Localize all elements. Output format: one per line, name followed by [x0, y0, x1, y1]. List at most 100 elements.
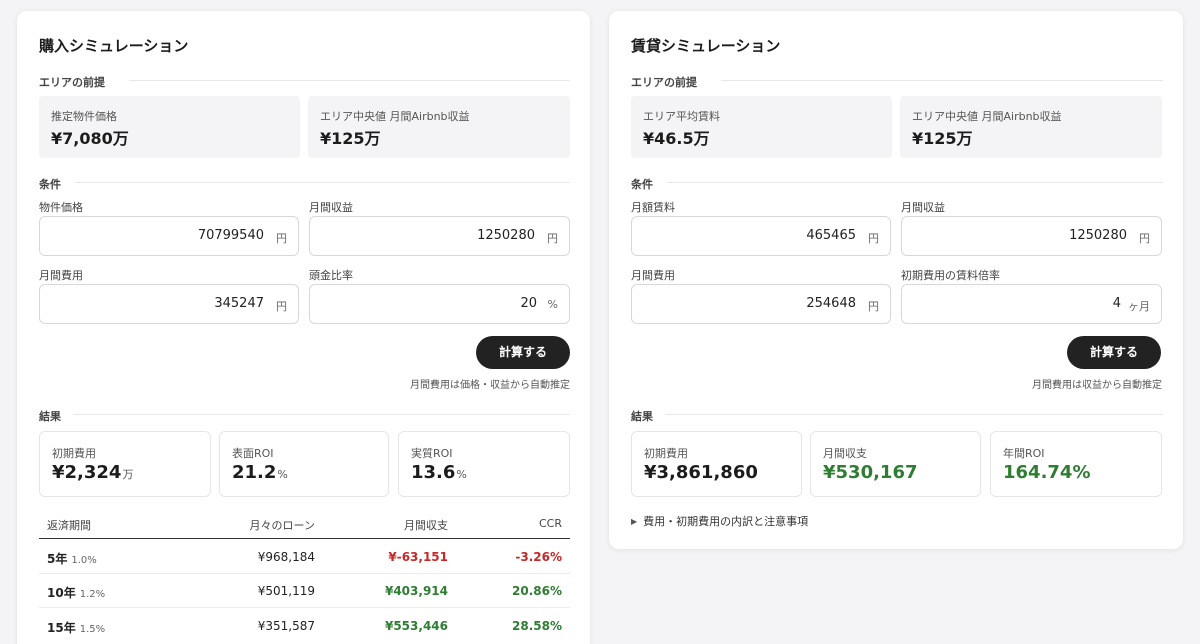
input-value: 1250280 — [477, 228, 535, 243]
result-net-roi: 実質ROI 13.6% — [398, 431, 570, 497]
input-value: 4 — [1112, 296, 1121, 311]
row-divider — [39, 607, 570, 608]
result-monthly-balance: 月間収支 ¥530,167 — [810, 431, 981, 497]
monthly-cost-input[interactable]: 345247 円 — [39, 284, 299, 324]
premise-value: ¥46.5万 — [643, 129, 710, 148]
input-value: 1250280 — [1069, 228, 1127, 243]
premise-value: ¥7,080万 — [51, 129, 129, 148]
unit-label: 円 — [868, 232, 879, 245]
input-value: 70799540 — [197, 228, 264, 243]
table-header-rule — [39, 538, 570, 539]
field-label-monthly-revenue: 月間収益 — [901, 201, 945, 214]
row-divider — [39, 573, 570, 574]
rental-simulation-card: 賃貸シミュレーション エリアの前提 エリア平均賃料 ¥46.5万 エリア中央値 … — [609, 11, 1183, 549]
ccr-cell: -3.26% — [515, 550, 562, 564]
rate-cell: 1.0% — [71, 555, 97, 566]
input-value: 20 — [520, 296, 537, 311]
result-label: 初期費用 — [52, 447, 96, 460]
divider — [73, 414, 570, 415]
monthly-rent-input[interactable]: 465465 円 — [631, 216, 891, 256]
result-label: 実質ROI — [411, 447, 453, 460]
rate-cell: 1.2% — [79, 589, 106, 600]
unit-label: 円 — [1139, 232, 1150, 245]
premise-value: ¥125万 — [320, 129, 381, 148]
term-cell: 5年 1.0% — [47, 552, 97, 566]
divider — [129, 80, 570, 81]
result-unit: % — [456, 468, 467, 481]
loan-cell: ¥351,587 — [257, 619, 315, 633]
unit-label: 円 — [276, 300, 287, 313]
auto-estimate-note: 月間費用は価格・収益から自動推定 — [410, 380, 570, 391]
cost-breakdown-disclosure[interactable]: ▶ 費用・初期費用の内訳と注意事項 — [631, 513, 808, 529]
result-value: 21.2% — [232, 462, 288, 483]
result-label: 初期費用 — [644, 447, 688, 460]
result-initial-cost: 初期費用 ¥2,324万 — [39, 431, 211, 497]
premise-label: 推定物件価格 — [51, 110, 117, 123]
auto-estimate-note: 月間費用は収益から自動推定 — [1032, 380, 1162, 391]
field-label-monthly-cost: 月間費用 — [631, 269, 675, 282]
rent-multiplier-input[interactable]: 4 ヶ月 — [901, 284, 1162, 324]
divider — [667, 182, 1163, 183]
result-initial-cost: 初期費用 ¥3,861,860 — [631, 431, 802, 497]
term-cell: 15年 1.5% — [47, 621, 106, 635]
field-label-monthly-rent: 月額賃料 — [631, 201, 675, 214]
loan-cell: ¥501,119 — [257, 584, 315, 598]
result-value: 164.74% — [1003, 462, 1091, 483]
divider — [721, 80, 1163, 81]
result-label: 表面ROI — [232, 447, 274, 460]
result-value: ¥2,324万 — [52, 462, 134, 483]
ccr-cell: 28.58% — [512, 619, 562, 633]
premise-estimated-price: 推定物件価格 ¥7,080万 — [39, 96, 300, 158]
field-label-down-payment: 頭金比率 — [309, 269, 353, 282]
result-unit: % — [277, 468, 288, 481]
property-price-input[interactable]: 70799540 円 — [39, 216, 299, 256]
rate-cell: 1.5% — [79, 624, 106, 635]
disclosure-triangle-icon: ▶ — [631, 517, 638, 526]
col-header-term: 返済期間 — [47, 519, 91, 532]
disclosure-label: 費用・初期費用の内訳と注意事項 — [643, 515, 809, 528]
buy-conditions-label: 条件 — [39, 178, 61, 191]
buy-premise-label: エリアの前提 — [39, 76, 105, 89]
field-label-monthly-cost: 月間費用 — [39, 269, 83, 282]
input-value: 254648 — [806, 296, 856, 311]
calculate-button[interactable]: 計算する — [1067, 336, 1161, 369]
premise-label: エリア中央値 月間Airbnb収益 — [912, 110, 1062, 123]
premise-label: エリア中央値 月間Airbnb収益 — [320, 110, 470, 123]
unit-label: 円 — [868, 300, 879, 313]
rent-conditions-label: 条件 — [631, 178, 653, 191]
down-payment-ratio-input[interactable]: 20 % — [309, 284, 570, 324]
premise-value: ¥125万 — [912, 129, 973, 148]
monthly-cost-input[interactable]: 254648 円 — [631, 284, 891, 324]
premise-label: エリア平均賃料 — [643, 110, 720, 123]
unit-label: % — [547, 298, 558, 311]
input-value: 465465 — [806, 228, 856, 243]
purchase-title: 購入シミュレーション — [39, 37, 189, 55]
col-header-ccr: CCR — [538, 517, 562, 530]
result-label: 月間収支 — [823, 447, 867, 460]
divider — [665, 414, 1163, 415]
loan-cell: ¥968,184 — [257, 550, 315, 564]
result-label: 年間ROI — [1003, 447, 1045, 460]
calculate-button[interactable]: 計算する — [476, 336, 570, 369]
balance-cell: ¥553,446 — [384, 619, 448, 633]
rent-premise-label: エリアの前提 — [631, 76, 697, 89]
term-cell: 10年 1.2% — [47, 586, 106, 600]
monthly-revenue-input[interactable]: 1250280 円 — [309, 216, 570, 256]
ccr-cell: 20.86% — [512, 584, 562, 598]
field-label-property-price: 物件価格 — [39, 201, 83, 214]
premise-airbnb-revenue: エリア中央値 月間Airbnb収益 ¥125万 — [900, 96, 1162, 158]
unit-label: 円 — [547, 232, 558, 245]
premise-airbnb-revenue: エリア中央値 月間Airbnb収益 ¥125万 — [308, 96, 570, 158]
field-label-rent-multiplier: 初期費用の賃料倍率 — [901, 269, 1000, 282]
purchase-simulation-card: 購入シミュレーション エリアの前提 推定物件価格 ¥7,080万 エリア中央値 … — [17, 11, 590, 644]
monthly-revenue-input[interactable]: 1250280 円 — [901, 216, 1162, 256]
col-header-monthly-loan: 月々のローン — [249, 519, 315, 532]
unit-label: 円 — [276, 232, 287, 245]
result-value: ¥530,167 — [823, 462, 918, 483]
col-header-monthly-balance: 月間収支 — [404, 519, 448, 532]
premise-average-rent: エリア平均賃料 ¥46.5万 — [631, 96, 892, 158]
buy-results-label: 結果 — [39, 410, 61, 423]
rent-results-label: 結果 — [631, 410, 653, 423]
field-label-monthly-revenue: 月間収益 — [309, 201, 353, 214]
result-gross-roi: 表面ROI 21.2% — [219, 431, 389, 497]
